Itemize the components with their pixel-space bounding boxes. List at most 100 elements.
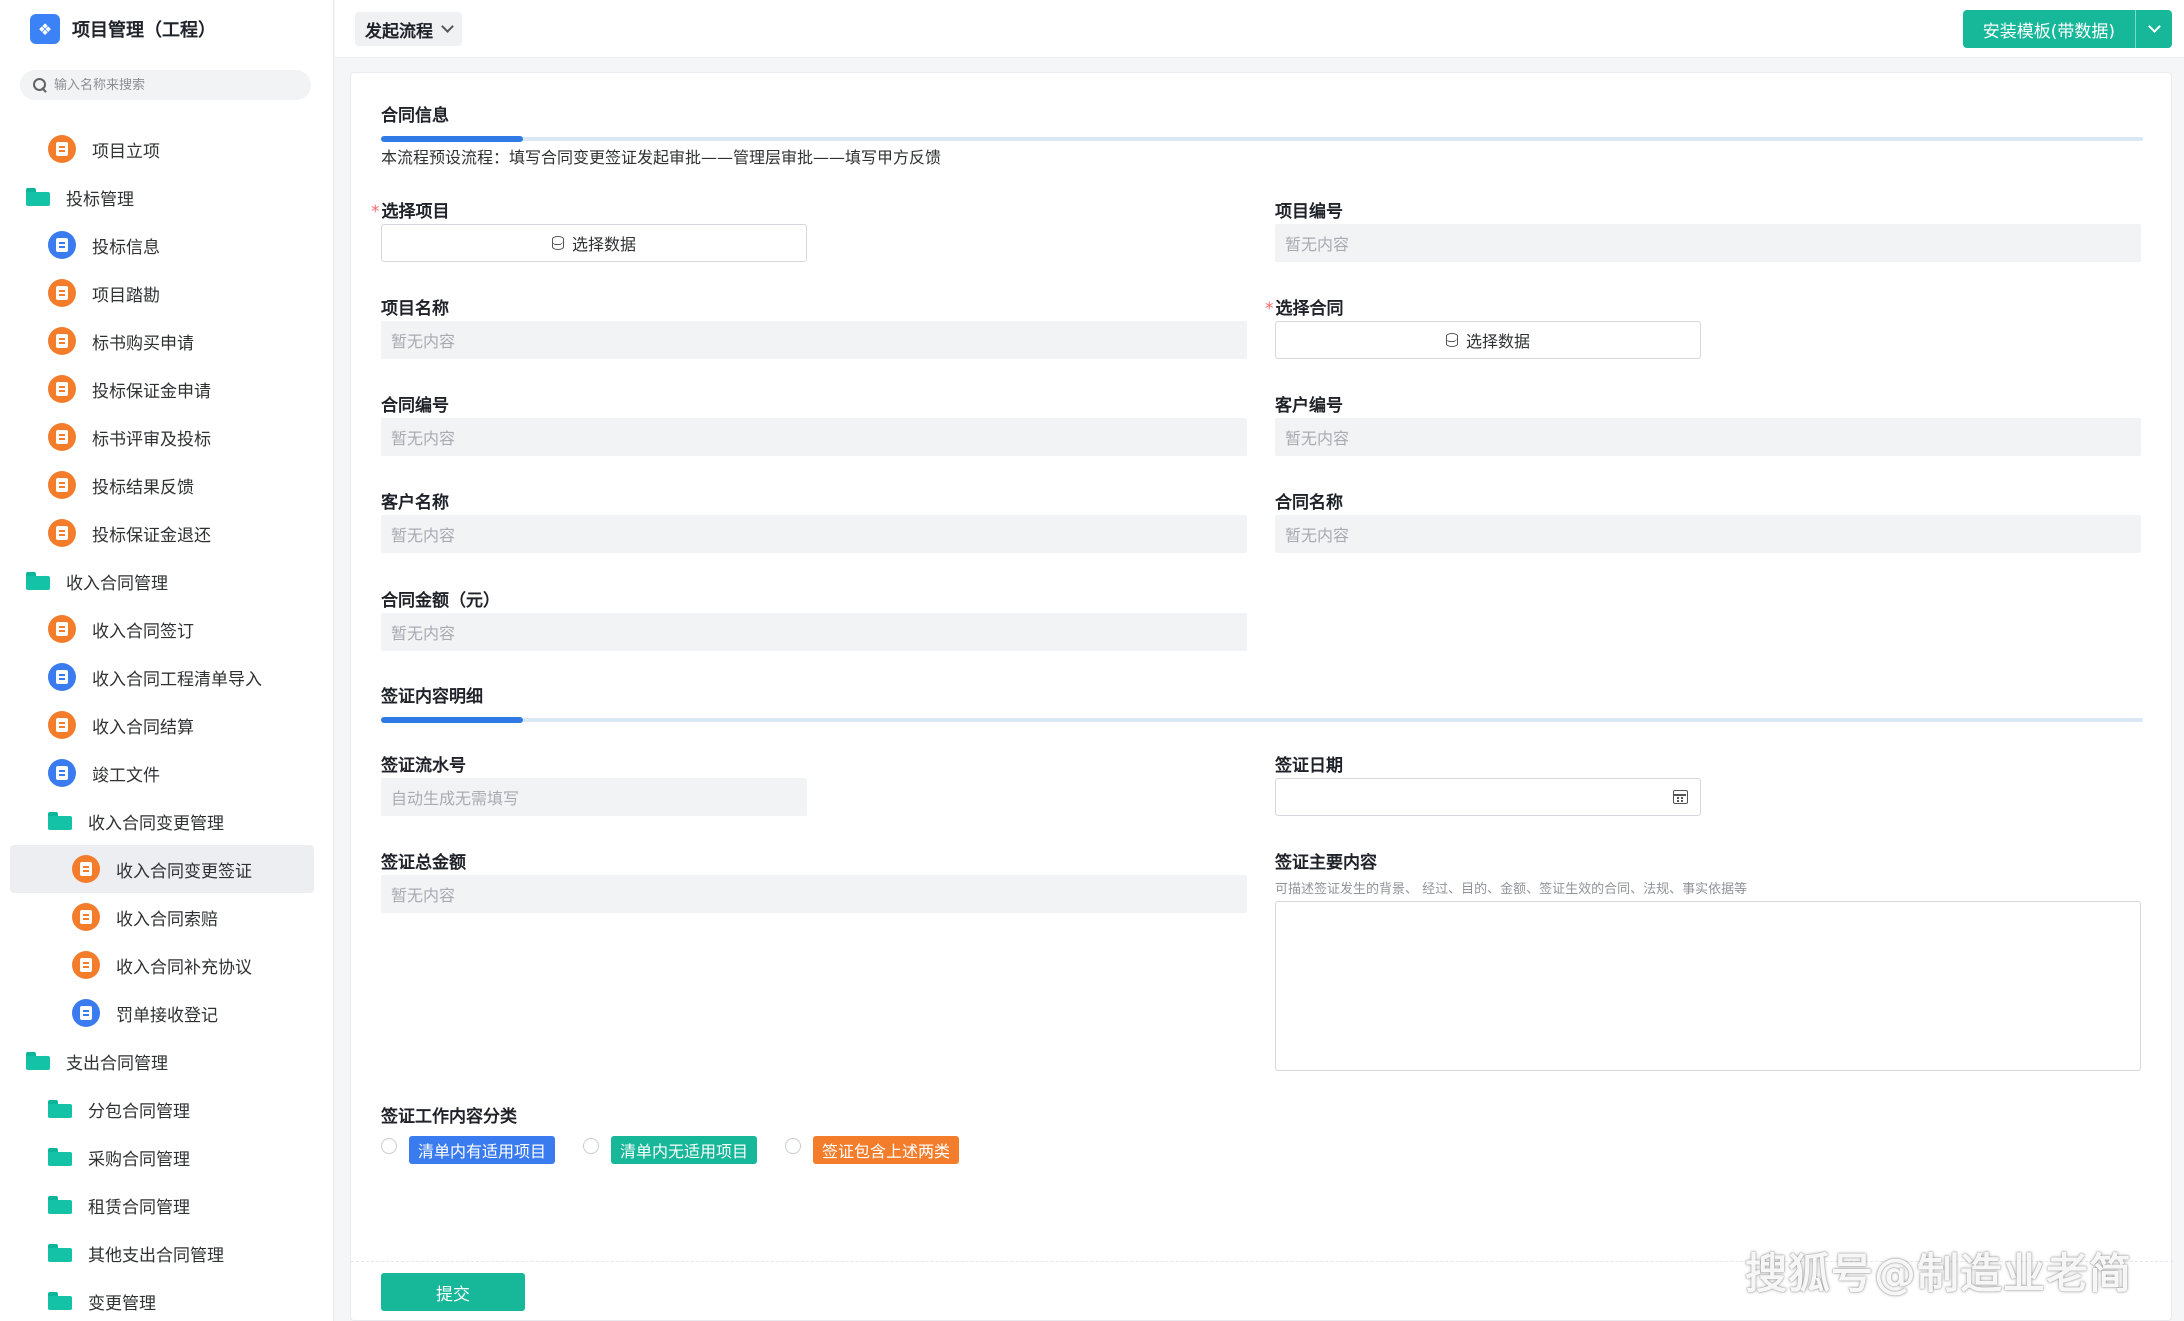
sidebar-item-label: 采购合同管理 (88, 1149, 190, 1170)
visa-category-options: 清单内有适用项目 清单内无适用项目 签证包含上述两类 (381, 1136, 987, 1164)
sidebar-item-label: 标书购买申请 (92, 333, 194, 354)
install-template-main[interactable]: 安装模板(带数据) (1963, 10, 2136, 48)
label-visa-serial: 签证流水号 (381, 756, 466, 776)
form-icon (48, 231, 76, 259)
visa-date-input[interactable] (1275, 778, 1701, 816)
sidebar-item-20[interactable]: 分包合同管理 (0, 1085, 333, 1133)
sidebar-item-22[interactable]: 租赁合同管理 (0, 1181, 333, 1229)
sidebar-item-label: 项目踏勘 (92, 285, 160, 306)
select-contract-button[interactable]: 选择数据 (1275, 321, 1701, 359)
section-title-visa: 签证内容明细 (381, 687, 483, 707)
start-flow-label: 发起流程 (365, 21, 433, 42)
sidebar-item-23[interactable]: 其他支出合同管理 (0, 1229, 333, 1277)
sidebar-item-3[interactable]: 项目踏勘 (0, 269, 333, 317)
customer-no-field: 暂无内容 (1275, 418, 2141, 456)
folder-icon (48, 1244, 72, 1262)
option-tag-2[interactable]: 清单内无适用项目 (611, 1136, 758, 1164)
install-template-dropdown[interactable] (2136, 10, 2172, 48)
label-contract-amount: 合同金额（元） (381, 591, 500, 611)
submit-button[interactable]: 提交 (381, 1273, 525, 1311)
start-flow-button[interactable]: 发起流程 (355, 12, 462, 46)
folder-icon (48, 812, 72, 830)
sidebar-item-9[interactable]: 收入合同管理 (0, 557, 333, 605)
sidebar-item-2[interactable]: 投标信息 (0, 221, 333, 269)
radio-option-2[interactable] (583, 1138, 600, 1154)
form-icon (72, 903, 100, 931)
sidebar-item-label: 收入合同索赔 (116, 909, 218, 930)
sidebar-item-label: 投标保证金退还 (92, 525, 211, 546)
sidebar-item-16[interactable]: 收入合同索赔 (0, 893, 333, 941)
calendar-icon[interactable] (1673, 790, 1688, 804)
sidebar-item-18[interactable]: 罚单接收登记 (0, 989, 333, 1037)
database-icon (551, 236, 564, 250)
search-input[interactable] (54, 77, 294, 93)
chevron-down-icon (441, 20, 454, 33)
sidebar-item-24[interactable]: 变更管理 (0, 1277, 333, 1321)
sidebar-item-7[interactable]: 投标结果反馈 (0, 461, 333, 509)
app-logo-icon: ❖ (30, 14, 60, 44)
sidebar-item-12[interactable]: 收入合同结算 (0, 701, 333, 749)
sidebar-item-4[interactable]: 标书购买申请 (0, 317, 333, 365)
form-icon (72, 855, 100, 883)
sidebar-item-17[interactable]: 收入合同补充协议 (0, 941, 333, 989)
sidebar-item-label: 收入合同结算 (92, 717, 194, 738)
folder-icon (26, 1052, 50, 1070)
sidebar-item-8[interactable]: 投标保证金退还 (0, 509, 333, 557)
visa-total-field: 暂无内容 (381, 875, 1247, 913)
sidebar-item-label: 投标管理 (66, 189, 134, 210)
form-icon (48, 759, 76, 787)
form-icon (48, 327, 76, 355)
radio-option-3[interactable] (785, 1138, 802, 1154)
radio-option-1[interactable] (381, 1138, 397, 1154)
section-bar (381, 717, 2143, 723)
contract-no-field: 暂无内容 (381, 418, 1247, 456)
project-name-field: 暂无内容 (381, 321, 1247, 359)
folder-icon (48, 1100, 72, 1118)
visa-content-hint: 可描述签证发生的背景、 经过、目的、金额、签证生效的合同、法规、事实依据等 (1275, 882, 1748, 897)
search-box (20, 70, 311, 100)
sidebar-item-14[interactable]: 收入合同变更管理 (0, 797, 333, 845)
folder-icon (48, 1292, 72, 1310)
select-data-label: 选择数据 (1465, 332, 1530, 351)
sidebar-item-6[interactable]: 标书评审及投标 (0, 413, 333, 461)
sidebar-item-label: 投标保证金申请 (92, 381, 211, 402)
sidebar-item-1[interactable]: 投标管理 (0, 173, 333, 221)
contract-amount-field: 暂无内容 (381, 613, 1247, 651)
sidebar-item-label: 收入合同变更管理 (88, 813, 224, 834)
customer-name-field: 暂无内容 (381, 515, 1247, 553)
sidebar-item-0[interactable]: 项目立项 (0, 125, 333, 173)
folder-icon (48, 1148, 72, 1166)
sidebar: ❖ 项目管理（工程） 项目立项投标管理投标信息项目踏勘标书购买申请投标保证金申请… (0, 0, 334, 1321)
sidebar-item-label: 罚单接收登记 (116, 1005, 218, 1026)
folder-icon (26, 572, 50, 590)
watermark: 搜狐号@制造业老简 (1744, 1249, 2132, 1298)
sidebar-item-19[interactable]: 支出合同管理 (0, 1037, 333, 1085)
option-tag-3[interactable]: 签证包含上述两类 (813, 1136, 960, 1164)
sidebar-item-10[interactable]: 收入合同签订 (0, 605, 333, 653)
install-template-button: 安装模板(带数据) (1962, 10, 2172, 48)
section-title-contract: 合同信息 (381, 106, 449, 126)
sidebar-item-21[interactable]: 采购合同管理 (0, 1133, 333, 1181)
sidebar-item-5[interactable]: 投标保证金申请 (0, 365, 333, 413)
sidebar-item-13[interactable]: 竣工文件 (0, 749, 333, 797)
form-icon (48, 279, 76, 307)
label-project-no: 项目编号 (1275, 202, 1343, 222)
required-mark: * (1265, 299, 1274, 319)
select-data-label: 选择数据 (571, 235, 636, 254)
app-header: ❖ 项目管理（工程） (0, 0, 333, 58)
sidebar-item-label: 竣工文件 (92, 765, 160, 786)
form-icon (48, 615, 76, 643)
sidebar-item-label: 投标信息 (92, 237, 160, 258)
form-icon (48, 711, 76, 739)
sidebar-nav: 项目立项投标管理投标信息项目踏勘标书购买申请 投标保证金申请标书评审及投标 投标结果… (0, 125, 333, 1321)
sidebar-item-11[interactable]: 收入合同工程清单导入 (0, 653, 333, 701)
app-title: 项目管理（工程） (72, 20, 216, 41)
form-icon (48, 423, 76, 451)
database-icon (1445, 333, 1458, 347)
folder-icon (26, 188, 50, 206)
select-project-button[interactable]: 选择数据 (381, 224, 807, 262)
search-icon (32, 77, 48, 93)
visa-content-textarea[interactable] (1275, 901, 2141, 1071)
sidebar-item-15[interactable]: 收入合同变更签证 (10, 845, 314, 893)
option-tag-1[interactable]: 清单内有适用项目 (409, 1136, 556, 1164)
